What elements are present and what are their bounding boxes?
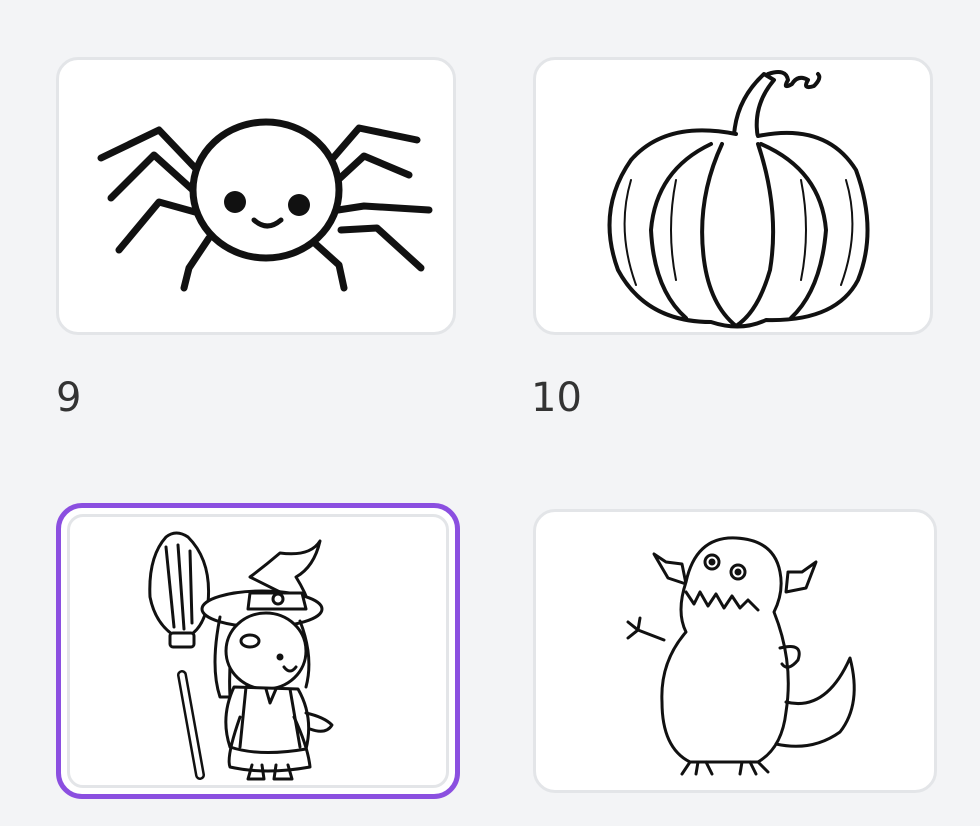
gallery-card-spider[interactable] <box>56 57 456 335</box>
card-inner <box>67 514 449 788</box>
spider-icon <box>97 118 433 292</box>
card-label: 9 <box>56 375 82 421</box>
pumpkin-icon <box>607 70 870 329</box>
card-label: 10 <box>531 375 582 421</box>
monster-icon <box>626 536 856 776</box>
witch-icon <box>148 531 334 781</box>
gallery-card-witch[interactable] <box>56 503 460 799</box>
gallery-card-monster[interactable] <box>533 509 937 793</box>
gallery-card-pumpkin[interactable] <box>533 57 933 335</box>
